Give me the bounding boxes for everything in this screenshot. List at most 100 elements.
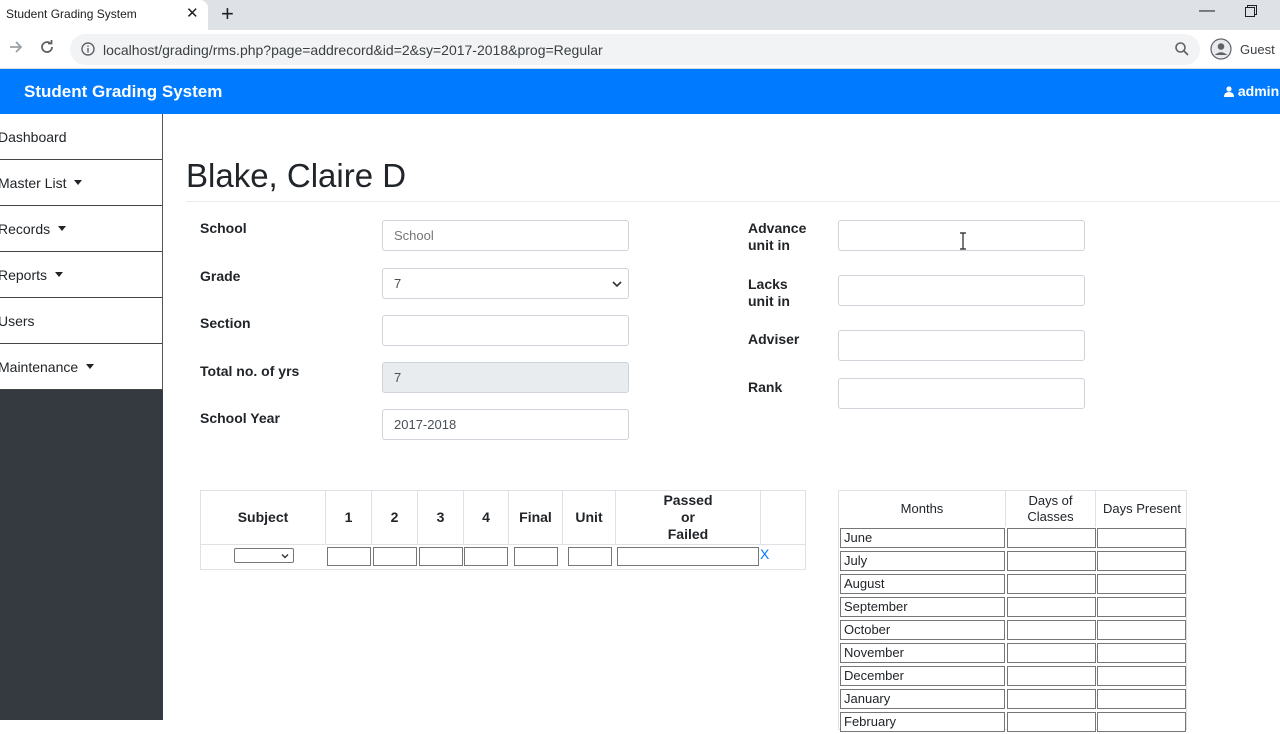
grade-q3-input[interactable]	[419, 547, 463, 566]
user-menu[interactable]: admin	[1224, 83, 1279, 99]
user-icon	[1224, 86, 1234, 97]
brand-title[interactable]: Student Grading System	[24, 82, 222, 102]
section-input[interactable]	[382, 315, 629, 346]
days-present-input[interactable]	[1097, 551, 1186, 571]
adviser-input[interactable]	[838, 330, 1085, 361]
grade-value: 7	[394, 276, 402, 291]
header-q2: 2	[372, 491, 418, 544]
month-cell: January	[840, 689, 1005, 709]
attendance-row: August	[839, 573, 1188, 596]
user-name: admin	[1237, 83, 1280, 99]
student-name: Blake, Claire D	[186, 157, 407, 194]
url-text[interactable]: localhost/grading/rms.php?page=addrecord…	[103, 42, 603, 58]
days-present-input[interactable]	[1097, 528, 1186, 548]
header-q4: 4	[464, 491, 509, 544]
section-label: Section	[200, 315, 251, 331]
days-present-input[interactable]	[1097, 574, 1186, 594]
restore-window-icon[interactable]	[1245, 5, 1257, 17]
grade-q4-input[interactable]	[464, 547, 508, 566]
lacks-label-line1: Lacks	[748, 276, 788, 292]
sidebar: Dashboard Master List Records Reports Us…	[0, 114, 163, 720]
advance-label-line1: Advance	[748, 220, 807, 236]
attendance-row: January	[839, 688, 1188, 711]
days-of-classes-input[interactable]	[1007, 551, 1096, 571]
sidebar-item-label: Maintenance	[0, 358, 79, 375]
new-tab-icon[interactable]: +	[221, 2, 234, 26]
caret-down-icon	[86, 364, 95, 369]
days-of-classes-input[interactable]	[1007, 574, 1096, 594]
total-yrs-label: Total no. of yrs	[200, 363, 300, 379]
days-present-input[interactable]	[1097, 620, 1186, 640]
school-year-label: School Year	[200, 410, 280, 426]
attendance-row: July	[839, 550, 1188, 573]
sidebar-item-label: Reports	[0, 266, 48, 283]
attendance-row: December	[839, 665, 1188, 688]
browser-tab-bar: Student Grading System ✕ + —	[0, 0, 1280, 30]
attendance-row: June	[839, 527, 1188, 550]
month-cell: February	[840, 712, 1005, 732]
advance-unit-label: Advance unit in	[748, 220, 806, 254]
days-of-classes-input[interactable]	[1007, 689, 1096, 709]
lacks-unit-input[interactable]	[838, 275, 1085, 306]
rank-label: Rank	[748, 379, 783, 395]
avatar-icon	[1210, 38, 1232, 60]
header-final: Final	[509, 491, 563, 544]
address-bar[interactable]: localhost/grading/rms.php?page=addrecord…	[70, 34, 1200, 65]
days-of-classes-input[interactable]	[1007, 620, 1096, 640]
sidebar-menu: Dashboard Master List Records Reports Us…	[0, 114, 163, 390]
grade-q2-input[interactable]	[373, 547, 417, 566]
header-passed-failed: Passed or Failed	[616, 491, 761, 544]
days-of-classes-input[interactable]	[1007, 528, 1096, 548]
days-present-input[interactable]	[1097, 643, 1186, 663]
header-passed-line3: Failed	[667, 526, 709, 542]
month-cell: October	[840, 620, 1005, 640]
sidebar-item-label: Users	[0, 312, 35, 329]
reload-icon[interactable]	[38, 38, 56, 56]
sidebar-item-dashboard[interactable]: Dashboard	[0, 114, 162, 160]
grade-select[interactable]: 7	[382, 268, 629, 299]
attendance-row: September	[839, 596, 1188, 619]
text-cursor-icon	[960, 232, 966, 250]
days-of-classes-input[interactable]	[1007, 597, 1096, 617]
days-present-input[interactable]	[1097, 597, 1186, 617]
forward-icon[interactable]	[7, 38, 25, 56]
attendance-table: Months Days of Classes Days Present June…	[838, 490, 1188, 732]
days-of-classes-input[interactable]	[1007, 712, 1096, 732]
attendance-row: October	[839, 619, 1188, 642]
chevron-down-icon	[612, 281, 622, 288]
days-of-classes-input[interactable]	[1007, 666, 1096, 686]
days-of-classes-input[interactable]	[1007, 643, 1096, 663]
days-present-input[interactable]	[1097, 712, 1186, 732]
header-days-present: Days Present	[1102, 501, 1182, 516]
info-icon[interactable]	[81, 42, 95, 56]
school-input[interactable]	[382, 220, 629, 251]
caret-down-icon	[74, 180, 83, 185]
sidebar-item-users[interactable]: Users	[0, 298, 162, 344]
sidebar-item-master-list[interactable]: Master List	[0, 160, 162, 206]
header-passed-line2: or	[680, 509, 695, 525]
minimize-icon[interactable]: —	[1199, 2, 1215, 20]
sidebar-item-reports[interactable]: Reports	[0, 252, 162, 298]
sidebar-item-maintenance[interactable]: Maintenance	[0, 344, 162, 390]
close-tab-icon[interactable]: ✕	[186, 6, 199, 22]
header-q1: 1	[326, 491, 372, 544]
month-cell: June	[840, 528, 1005, 548]
remove-row-button[interactable]: X	[760, 546, 769, 562]
final-grade-input[interactable]	[514, 547, 558, 566]
tab-title: Student Grading System	[6, 7, 137, 21]
grade-q1-input[interactable]	[327, 547, 371, 566]
browser-tab[interactable]: Student Grading System ✕	[0, 0, 208, 30]
rank-input[interactable]	[838, 378, 1085, 409]
header-passed-line1: Passed	[663, 492, 713, 508]
days-present-input[interactable]	[1097, 666, 1186, 686]
school-year-value: 2017-2018	[394, 417, 457, 432]
school-year-input[interactable]: 2017-2018	[382, 409, 629, 440]
sidebar-item-records[interactable]: Records	[0, 206, 162, 252]
subject-select[interactable]	[234, 548, 294, 563]
header-days-classes-line2: Classes	[1027, 509, 1074, 524]
grade-label: Grade	[200, 268, 241, 284]
days-present-input[interactable]	[1097, 689, 1186, 709]
unit-input[interactable]	[568, 547, 612, 566]
zoom-icon[interactable]	[1174, 41, 1190, 57]
passed-failed-input[interactable]	[617, 547, 759, 566]
